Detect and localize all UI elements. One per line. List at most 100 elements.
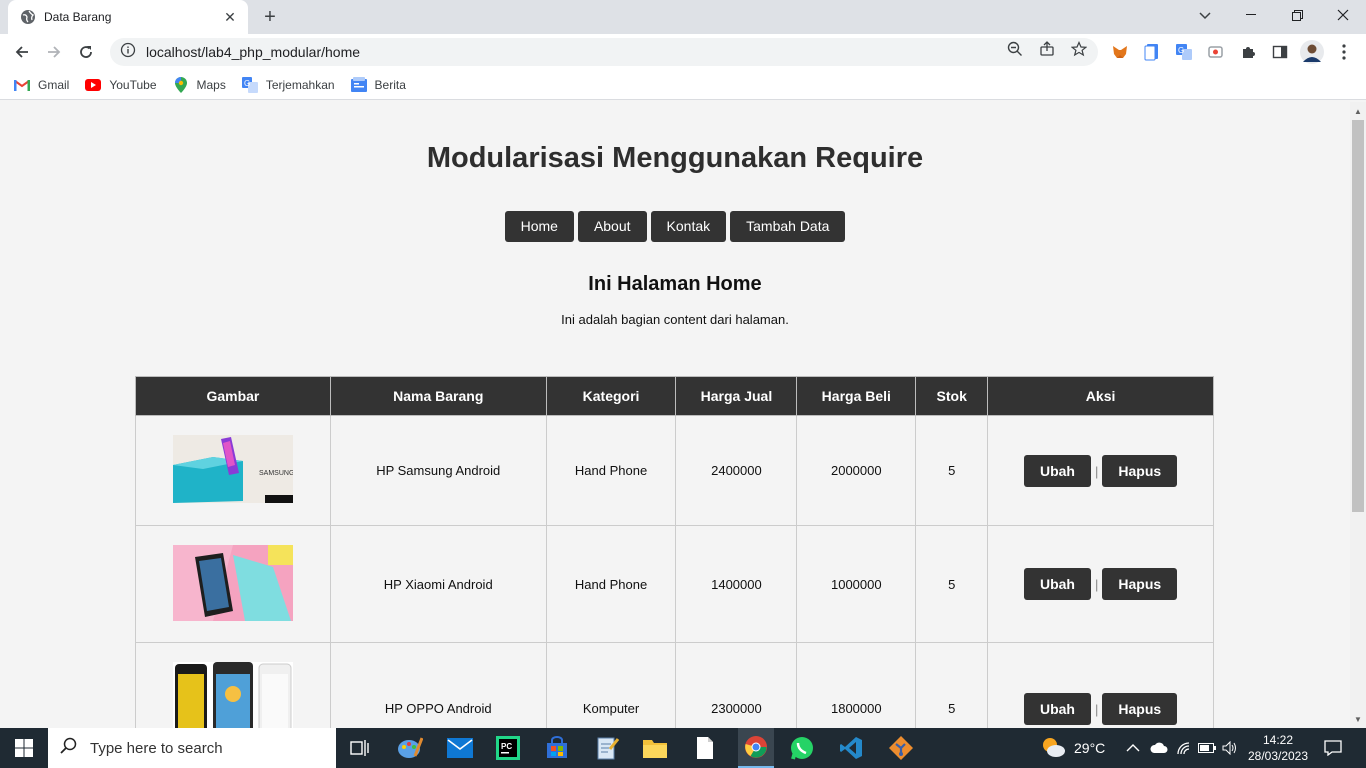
- onedrive-cloud-icon[interactable]: [1150, 728, 1168, 768]
- nama-cell: HP Samsung Android: [329, 415, 547, 526]
- col-nama-barang: Nama Barang: [329, 376, 547, 416]
- extensions-puzzle-icon[interactable]: [1238, 42, 1258, 62]
- browser-toolbar: localhost/lab4_php_modular/home G: [0, 34, 1366, 70]
- aksi-cell: Ubah | Hapus: [987, 415, 1214, 526]
- mail-app-icon[interactable]: [446, 734, 474, 762]
- reload-button[interactable]: [72, 38, 100, 66]
- share-icon[interactable]: [1038, 40, 1056, 58]
- nav-home[interactable]: Home: [504, 211, 574, 242]
- side-panel-icon[interactable]: [1270, 42, 1290, 62]
- news-icon: [350, 76, 367, 93]
- store-app-icon[interactable]: [543, 734, 571, 762]
- scroll-up-arrow-icon[interactable]: ▲: [1350, 104, 1366, 118]
- oppo-phone-image: [172, 662, 293, 728]
- page-title: Modularisasi Menggunakan Require: [426, 142, 924, 174]
- aksi-cell: Ubah | Hapus: [987, 642, 1214, 728]
- bookmark-gmail[interactable]: Gmail: [14, 77, 69, 93]
- tab-search-chevron-icon[interactable]: [1192, 4, 1218, 28]
- minimize-button[interactable]: [1228, 0, 1274, 30]
- chrome-menu-icon[interactable]: [1334, 42, 1354, 62]
- nav-about[interactable]: About: [577, 211, 647, 242]
- close-window-button[interactable]: [1320, 0, 1366, 30]
- table-row: HP Xiaomi Android Hand Phone 1400000 100…: [135, 525, 1214, 643]
- search-icon: [60, 737, 78, 760]
- chrome-app-icon[interactable]: [738, 728, 774, 768]
- bookmark-maps[interactable]: Maps: [173, 76, 226, 93]
- git-gui-app-icon[interactable]: [887, 734, 915, 762]
- start-button[interactable]: [0, 728, 48, 768]
- page-viewport: Modularisasi Menggunakan Require Home Ab…: [0, 102, 1350, 728]
- show-hidden-icons-chevron-icon[interactable]: [1126, 728, 1140, 768]
- bookmark-label: Maps: [196, 77, 226, 92]
- youtube-icon: [85, 77, 102, 93]
- metamask-extension-icon[interactable]: [1110, 42, 1130, 62]
- profile-avatar[interactable]: [1300, 40, 1324, 64]
- wifi-icon[interactable]: [1176, 728, 1192, 768]
- screen-capture-extension-icon[interactable]: [1206, 42, 1226, 62]
- document-app-icon[interactable]: [691, 734, 719, 762]
- windows-logo-icon: [15, 739, 33, 757]
- bookmark-youtube[interactable]: YouTube: [85, 77, 157, 93]
- nav-tambah-data[interactable]: Tambah Data: [730, 211, 846, 242]
- translate-extension-icon[interactable]: G: [1174, 42, 1194, 62]
- section-description: Ini adalah bagian content dari halaman.: [561, 312, 789, 327]
- site-info-icon[interactable]: [120, 42, 136, 63]
- task-view-icon[interactable]: [346, 734, 374, 762]
- action-separator: |: [1094, 463, 1099, 479]
- address-bar[interactable]: localhost/lab4_php_modular/home: [110, 38, 1098, 66]
- notification-center-icon[interactable]: [1324, 728, 1342, 768]
- scroll-down-arrow-icon[interactable]: ▼: [1350, 712, 1366, 726]
- bookmarks-bar: Gmail YouTube Maps G Terjemahkan Berita: [0, 70, 1366, 100]
- weather-temp: 29°C: [1074, 740, 1106, 756]
- col-aksi: Aksi: [987, 376, 1214, 416]
- harga-jual-cell: 2300000: [675, 642, 798, 728]
- close-tab-icon[interactable]: ✕: [222, 9, 238, 25]
- ubah-button[interactable]: Ubah: [1023, 568, 1091, 600]
- weather-widget[interactable]: 29°C: [1040, 728, 1105, 768]
- volume-icon[interactable]: [1222, 728, 1238, 768]
- samsung-phone-image: SAMSUNG: [172, 435, 293, 503]
- vertical-scrollbar[interactable]: ▲ ▼: [1350, 102, 1366, 728]
- bookmark-translate[interactable]: G Terjemahkan: [241, 76, 335, 93]
- back-button[interactable]: [8, 38, 36, 66]
- col-stok: Stok: [915, 376, 989, 416]
- notepad-app-icon[interactable]: [593, 734, 621, 762]
- vscode-app-icon[interactable]: [837, 734, 865, 762]
- table-header-row: Gambar Nama Barang Kategori Harga Jual H…: [135, 376, 1214, 416]
- zoom-icon[interactable]: [1006, 40, 1024, 58]
- nav-kontak[interactable]: Kontak: [650, 211, 727, 242]
- action-separator: |: [1094, 701, 1099, 717]
- system-clock[interactable]: 14:22 28/03/2023: [1240, 732, 1316, 764]
- ubah-button[interactable]: Ubah: [1023, 692, 1091, 725]
- forward-button[interactable]: [40, 38, 68, 66]
- docs-extension-icon[interactable]: [1142, 42, 1162, 62]
- ubah-button[interactable]: Ubah: [1023, 454, 1091, 487]
- clock-date: 28/03/2023: [1247, 749, 1309, 763]
- col-harga-beli: Harga Beli: [796, 376, 917, 416]
- paint-app-icon[interactable]: [396, 734, 424, 762]
- hapus-button[interactable]: Hapus: [1102, 454, 1178, 487]
- whatsapp-app-icon[interactable]: [788, 734, 816, 762]
- section-heading: Ini Halaman Home: [588, 273, 762, 295]
- scrollbar-thumb[interactable]: [1352, 120, 1364, 512]
- gmail-icon: [14, 77, 30, 93]
- file-explorer-icon[interactable]: [641, 734, 669, 762]
- restore-button[interactable]: [1274, 0, 1320, 30]
- xiaomi-phone-image: [172, 544, 293, 621]
- bookmark-news[interactable]: Berita: [350, 76, 406, 93]
- windows-taskbar: Type here to search PC 29°C 14:22 28/03/…: [0, 728, 1366, 768]
- hapus-button[interactable]: Hapus: [1102, 692, 1178, 725]
- hapus-button[interactable]: Hapus: [1102, 568, 1178, 600]
- harga-beli-cell: 1000000: [796, 525, 917, 643]
- new-tab-button[interactable]: +: [258, 5, 282, 29]
- battery-icon[interactable]: [1198, 728, 1216, 768]
- taskbar-search-box[interactable]: Type here to search: [48, 728, 336, 768]
- harga-beli-cell: 2000000: [796, 415, 917, 526]
- bookmark-label: YouTube: [109, 77, 157, 92]
- harga-jual-cell: 1400000: [675, 525, 798, 643]
- bookmark-star-icon[interactable]: [1070, 40, 1088, 58]
- pycharm-app-icon[interactable]: PC: [494, 734, 522, 762]
- gambar-cell: [135, 525, 331, 643]
- browser-tab[interactable]: Data Barang ✕: [8, 0, 248, 34]
- harga-jual-cell: 2400000: [675, 415, 798, 526]
